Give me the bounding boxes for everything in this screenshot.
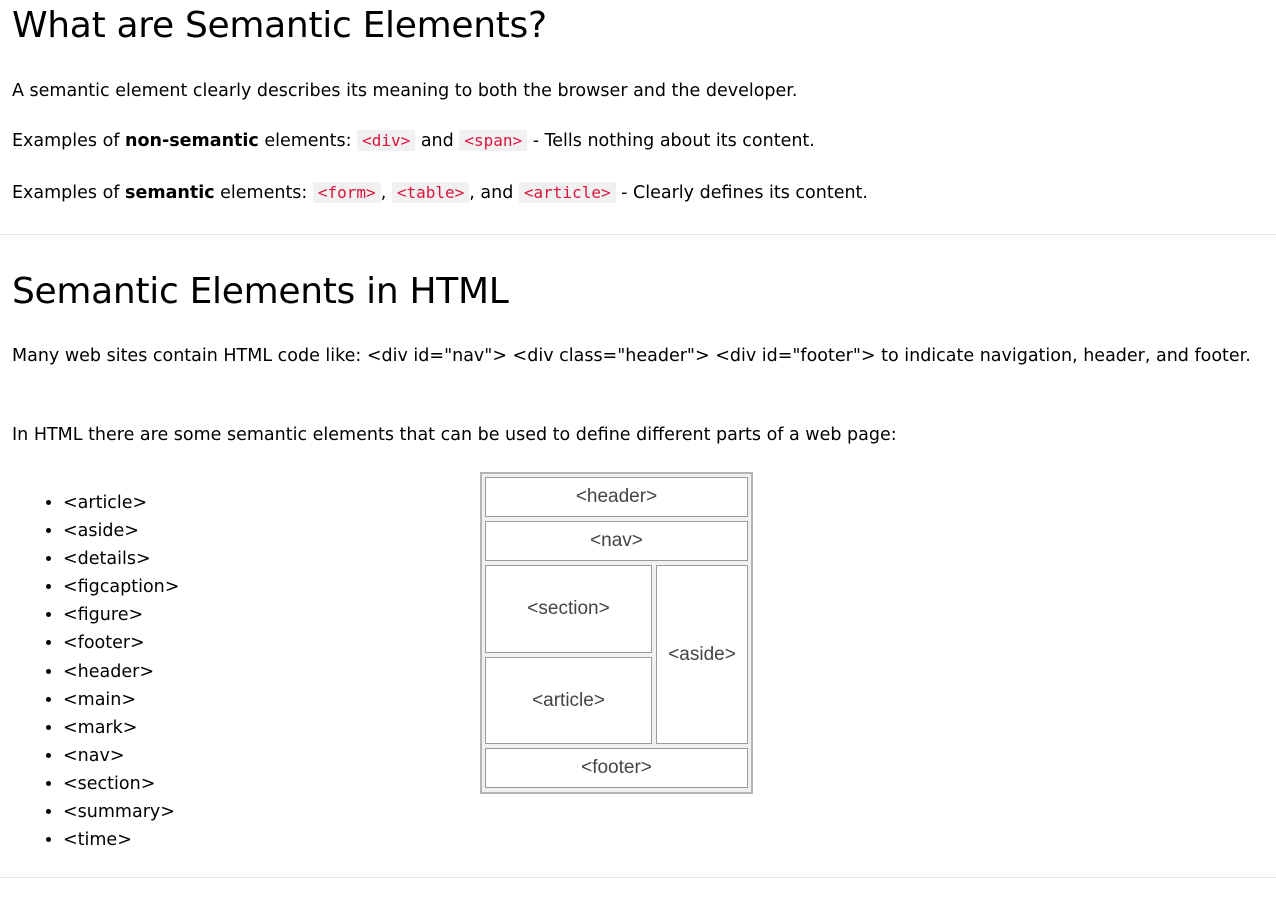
intro-paragraph: A semantic element clearly describes its…: [12, 81, 798, 101]
semantic-examples: Examples of semantic elements: <form>, <…: [12, 179, 868, 207]
list-item: <mark>: [63, 714, 179, 742]
section-divider: [0, 234, 1276, 235]
text: elements:: [214, 183, 313, 203]
code-article: <article>: [518, 182, 616, 203]
semantic-intro-paragraph: In HTML there are some semantic elements…: [12, 425, 897, 445]
bold-term: non-semantic: [125, 131, 259, 151]
text: , and: [469, 183, 519, 203]
text: ,: [380, 183, 392, 203]
list-item: <nav>: [63, 742, 179, 770]
code-span: <span>: [459, 130, 528, 151]
list-item: <aside>: [63, 517, 179, 545]
list-item: <summary>: [63, 798, 179, 826]
diagram-aside-box: <aside>: [656, 565, 748, 744]
diagram-nav-box: <nav>: [485, 521, 748, 561]
bold-term: semantic: [125, 183, 215, 203]
list-item: <footer>: [63, 629, 179, 657]
diagram-section-box: <section>: [485, 565, 652, 653]
code-form: <form>: [312, 182, 381, 203]
section-title: Semantic Elements in HTML: [12, 271, 509, 312]
text: and: [415, 131, 460, 151]
text: Examples of: [12, 183, 126, 203]
text: - Tells nothing about its content.: [527, 131, 815, 151]
list-item: <figcaption>: [63, 573, 179, 601]
list-item: <figure>: [63, 601, 179, 629]
semantic-elements-list: <article><aside><details><figcaption><fi…: [34, 489, 179, 854]
diagram-article-box: <article>: [485, 657, 652, 744]
semantic-layout-diagram: <header> <nav> <section> <aside> <articl…: [480, 472, 753, 794]
text: elements:: [258, 131, 358, 151]
section-divider: [0, 877, 1276, 878]
diagram-footer-box: <footer>: [485, 748, 748, 788]
diagram-header-box: <header>: [485, 477, 748, 517]
list-item: <header>: [63, 658, 179, 686]
page-title: What are Semantic Elements?: [12, 5, 547, 46]
text: Examples of: [12, 131, 126, 151]
list-item: <main>: [63, 686, 179, 714]
html-code-paragraph: Many web sites contain HTML code like: <…: [12, 346, 1251, 366]
code-div: <div>: [357, 130, 416, 151]
list-item: <section>: [63, 770, 179, 798]
non-semantic-examples: Examples of non-semantic elements: <div>…: [12, 127, 815, 155]
list-item: <article>: [63, 489, 179, 517]
code-table: <table>: [391, 182, 470, 203]
text: - Clearly defines its content.: [615, 183, 868, 203]
list-item: <time>: [63, 826, 179, 854]
list-item: <details>: [63, 545, 179, 573]
